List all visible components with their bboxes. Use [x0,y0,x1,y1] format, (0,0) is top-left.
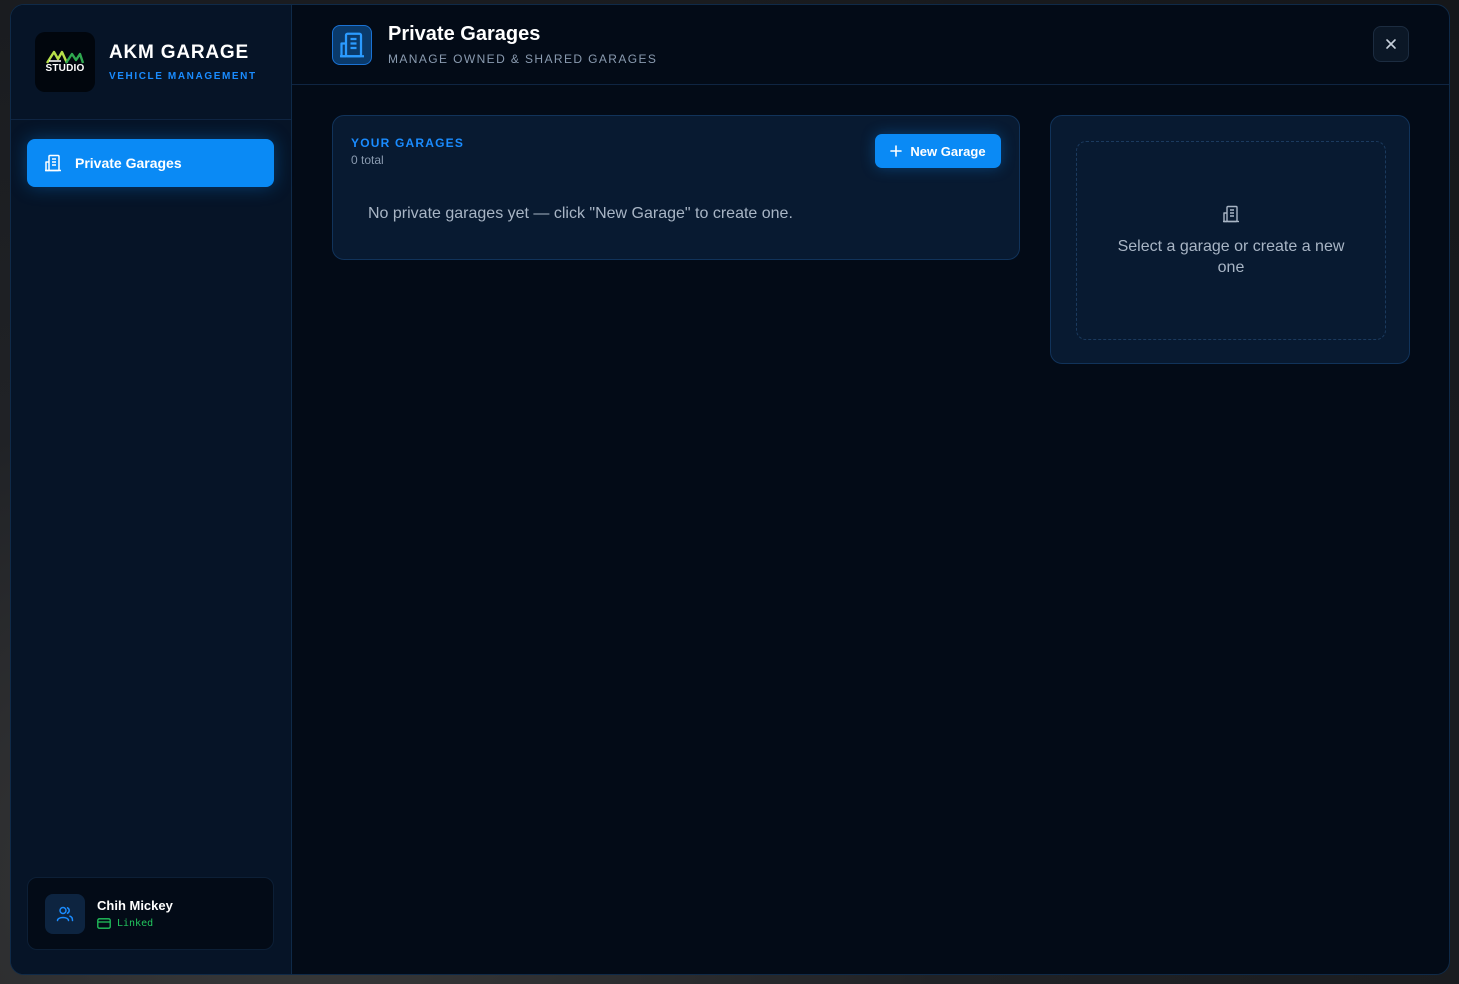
garage-count: 0 total [351,153,384,167]
page-title: Private Garages [388,23,541,45]
panel-title: YOUR GARAGES [351,136,465,150]
studio-logo: STUDIO [35,32,95,92]
close-icon [1386,39,1396,49]
logo-text: STUDIO [45,63,85,74]
detail-placeholder: Select a garage or create a new one [1076,141,1386,340]
card-icon [97,918,111,929]
main-content: Private Garages MANAGE OWNED & SHARED GA… [292,5,1449,974]
link-status-text: Linked [117,918,154,929]
building-icon [43,153,63,173]
detail-placeholder-text: Select a garage or create a new one [1117,237,1345,276]
new-garage-label: New Garage [910,143,986,159]
sidebar-item-private-garages[interactable]: Private Garages [27,139,274,187]
brand-subtitle: VEHICLE MANAGEMENT [109,71,257,82]
user-card: Chih Mickey Linked [27,877,274,950]
logo-mark-icon [45,50,85,64]
close-button[interactable] [1373,26,1409,62]
app-window: STUDIO AKM GARAGE VEHICLE MANAGEMENT Pri… [10,4,1450,975]
new-garage-button[interactable]: New Garage [875,134,1001,168]
building-icon [1223,205,1239,222]
garages-panel: YOUR GARAGES 0 total New Garage No priva… [332,115,1020,260]
page-header: Private Garages MANAGE OWNED & SHARED GA… [292,5,1449,85]
sidebar-item-label: Private Garages [75,155,182,171]
brand: STUDIO AKM GARAGE VEHICLE MANAGEMENT [11,5,291,120]
brand-title: AKM GARAGE [109,42,249,63]
detail-panel: Select a garage or create a new one [1050,115,1410,364]
user-name: Chih Mickey [97,898,173,913]
header-building-icon [332,24,372,65]
empty-message: No private garages yet — click "New Gara… [368,205,793,222]
users-icon [56,906,74,921]
page-subtitle: MANAGE OWNED & SHARED GARAGES [388,52,658,66]
user-status: Linked [97,918,173,929]
avatar [45,893,85,934]
sidebar: STUDIO AKM GARAGE VEHICLE MANAGEMENT Pri… [11,5,292,974]
plus-icon [890,145,903,157]
